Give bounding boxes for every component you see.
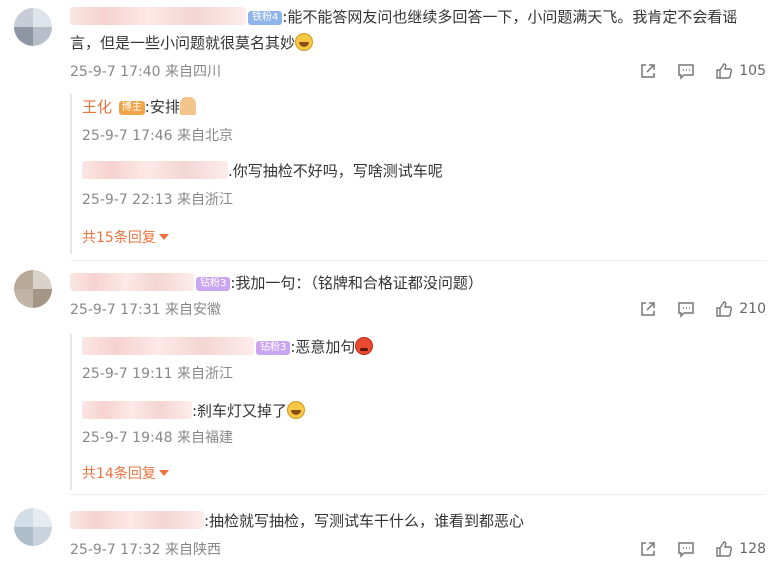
share-icon bbox=[641, 542, 656, 556]
like-button[interactable]: 210 bbox=[715, 300, 766, 318]
comment-icon bbox=[678, 302, 695, 318]
reply-date: 25-9-7 19:11 bbox=[82, 366, 173, 382]
caret-down-icon bbox=[158, 234, 169, 240]
laugh-cry-emoji-icon bbox=[287, 401, 306, 419]
reply-meta: 25-9-7 19:48 来自福建 bbox=[82, 428, 233, 448]
comment-actions: 210 bbox=[629, 300, 766, 318]
avatar[interactable] bbox=[14, 8, 52, 46]
reply-body: :刹车灯又掉了 bbox=[192, 402, 288, 420]
comment-date: 25-9-7 17:32 bbox=[70, 542, 161, 558]
comment-location: 来自四川 bbox=[164, 64, 221, 80]
thumbs-up-icon bbox=[716, 63, 733, 79]
like-button[interactable]: 128 bbox=[715, 540, 766, 558]
reply-meta: 25-9-7 22:13 来自浙江 bbox=[82, 190, 233, 210]
reply-date: 25-9-7 19:48 bbox=[82, 430, 173, 446]
reply-text: 钻粉3:恶意加句 bbox=[82, 336, 374, 358]
share-icon bbox=[641, 64, 656, 78]
comment-icon bbox=[678, 64, 695, 80]
like-count: 210 bbox=[739, 301, 766, 317]
reply-meta: 25-9-7 17:46 来自北京 bbox=[82, 126, 233, 146]
like-count: 105 bbox=[739, 63, 766, 79]
comment-meta: 25-9-7 17:32 来自陕西 bbox=[70, 540, 221, 560]
reply-location: 来自北京 bbox=[176, 128, 233, 144]
username-blurred[interactable] bbox=[70, 511, 204, 529]
comment-icon bbox=[678, 542, 695, 558]
reply-location: 来自浙江 bbox=[176, 192, 233, 208]
username-blurred[interactable] bbox=[82, 161, 228, 179]
reply-body: :安排 bbox=[144, 98, 180, 116]
username-blurred[interactable] bbox=[70, 7, 246, 25]
username-blurred[interactable] bbox=[70, 273, 194, 291]
comment-item: 钻粉3:我加一句：（铭牌和合格证都没问题） 25-9-7 17:31 来自安徽 … bbox=[0, 262, 780, 494]
username-blurred[interactable] bbox=[82, 401, 192, 419]
reply-body: :恶意加句 bbox=[290, 338, 356, 356]
divider bbox=[70, 260, 766, 261]
reply-body: .你写抽检不好吗，写啥测试车呢 bbox=[228, 162, 443, 180]
share-button[interactable] bbox=[629, 540, 667, 558]
thumbs-up-icon bbox=[716, 301, 733, 317]
comment-body: :抽检就写抽检，写测试车干什么，谁看到都恶心 bbox=[204, 512, 525, 530]
comment-body-cont: 言，但是一些小问题就很莫名其妙 bbox=[70, 34, 296, 52]
reply-button[interactable] bbox=[667, 540, 705, 558]
reply-location: 来自福建 bbox=[176, 430, 233, 446]
share-icon bbox=[641, 302, 656, 316]
more-replies-link[interactable]: 共15条回复 bbox=[82, 228, 169, 248]
reply-location: 来自浙江 bbox=[176, 366, 233, 382]
laugh-cry-emoji-icon bbox=[295, 33, 314, 51]
username-blurred[interactable] bbox=[82, 337, 254, 355]
comment-location: 来自安徽 bbox=[164, 302, 221, 318]
like-button[interactable]: 105 bbox=[715, 62, 766, 80]
share-button[interactable] bbox=[629, 300, 667, 318]
reply-meta: 25-9-7 19:11 来自浙江 bbox=[82, 364, 233, 384]
reply-text: .你写抽检不好吗，写啥测试车呢 bbox=[82, 160, 443, 182]
more-replies-link[interactable]: 共14条回复 bbox=[82, 464, 169, 484]
comment-text: 钻粉3:我加一句：（铭牌和合格证都没问题） bbox=[70, 272, 483, 294]
comment-actions: 105 bbox=[629, 62, 766, 80]
comment-text: :抽检就写抽检，写测试车干什么，谁看到都恶心 bbox=[70, 510, 524, 532]
avatar[interactable] bbox=[14, 270, 52, 308]
avatar[interactable] bbox=[14, 508, 52, 546]
divider bbox=[70, 494, 766, 495]
reply-thread: 王化 博主:安排 25-9-7 17:46 来自北京 .你写抽检不好吗，写啥测试… bbox=[70, 94, 443, 254]
reply-text: :刹车灯又掉了 bbox=[82, 400, 306, 422]
comment-location: 来自陕西 bbox=[164, 542, 221, 558]
comment-item: :抽检就写抽检，写测试车干什么，谁看到都恶心 25-9-7 17:32 来自陕西… bbox=[0, 500, 780, 574]
author-badge: 博主 bbox=[118, 101, 145, 115]
reply-text: 王化 博主:安排 bbox=[82, 96, 196, 118]
comment-date: 25-9-7 17:31 bbox=[70, 302, 161, 318]
reply-button[interactable] bbox=[667, 62, 705, 80]
like-count: 128 bbox=[739, 541, 766, 557]
comment-body: :我加一句：（铭牌和合格证都没问题） bbox=[230, 274, 483, 292]
fan-badge: 钻粉3 bbox=[256, 341, 291, 355]
more-replies-label: 共14条回复 bbox=[82, 466, 156, 482]
fan-badge: 铁粉4 bbox=[248, 11, 283, 25]
thumbs-up-icon bbox=[716, 541, 733, 557]
comment-actions: 128 bbox=[629, 540, 766, 558]
comment-meta: 25-9-7 17:31 来自安徽 bbox=[70, 300, 221, 320]
fan-badge: 钻粉3 bbox=[196, 277, 231, 291]
reply-date: 25-9-7 17:46 bbox=[82, 128, 173, 144]
comment-date: 25-9-7 17:40 bbox=[70, 64, 161, 80]
reply-thread: 钻粉3:恶意加句 25-9-7 19:11 来自浙江 :刹车灯又掉了 25-9-… bbox=[70, 334, 374, 490]
reply-button[interactable] bbox=[667, 300, 705, 318]
comment-body: :能不能答网友问也继续多回答一下，小问题满天飞。我肯定不会看谣 bbox=[282, 8, 738, 26]
angry-face-emoji-icon bbox=[355, 337, 374, 355]
reply-date: 25-9-7 22:13 bbox=[82, 192, 173, 208]
more-replies-label: 共15条回复 bbox=[82, 230, 156, 246]
reply-author-name[interactable]: 王化 bbox=[82, 98, 112, 116]
comment-meta: 25-9-7 17:40 来自四川 bbox=[70, 62, 221, 82]
pray-emoji-icon bbox=[179, 97, 196, 115]
comment-text: 铁粉4:能不能答网友问也继续多回答一下，小问题满天飞。我肯定不会看谣 bbox=[70, 6, 737, 28]
comment-text-cont: 言，但是一些小问题就很莫名其妙 bbox=[70, 32, 314, 54]
caret-down-icon bbox=[158, 470, 169, 476]
share-button[interactable] bbox=[629, 62, 667, 80]
comment-item: 铁粉4:能不能答网友问也继续多回答一下，小问题满天飞。我肯定不会看谣 言，但是一… bbox=[0, 0, 780, 262]
